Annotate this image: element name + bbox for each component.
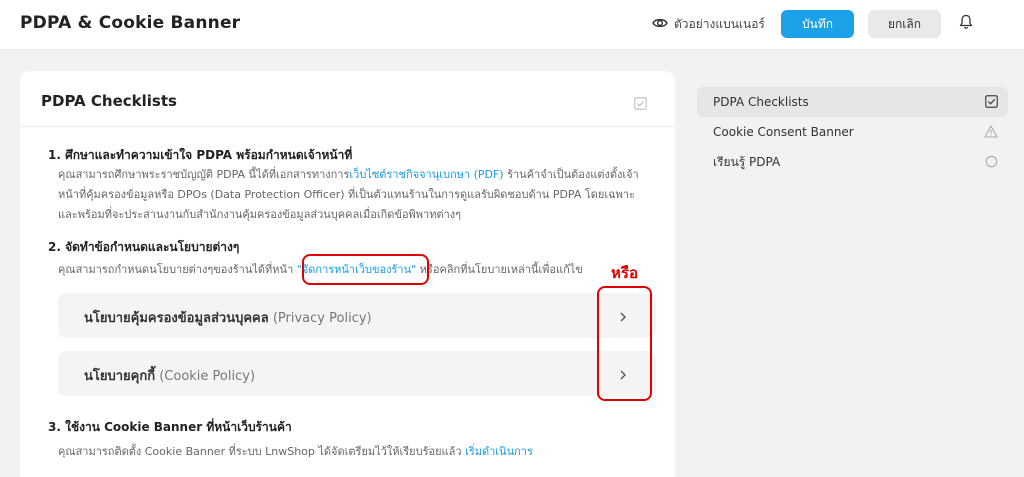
privacy-policy-en: (Privacy Policy) bbox=[268, 311, 372, 326]
save-button[interactable]: บันทึก bbox=[781, 10, 854, 38]
section-1-title: 1. ศึกษาและทำความเข้าใจ PDPA พร้อมกำหนดเ… bbox=[48, 148, 353, 162]
cancel-button[interactable]: ยกเลิก bbox=[868, 10, 941, 38]
sidebar-item-cookie-consent-banner[interactable]: Cookie Consent Banner bbox=[697, 117, 1008, 147]
privacy-policy-th: นโยบายคุ้มครองข้อมูลส่วนบุคคล bbox=[84, 311, 269, 326]
section-2-text-pre: คุณสามารถกำหนดนโยบายต่างๆของร้านได้ที่หน… bbox=[58, 263, 297, 276]
privacy-policy-row[interactable]: นโยบายคุ้มครองข้อมูลส่วนบุคคล (Privacy P… bbox=[58, 293, 656, 338]
annotation-or-label: หรือ bbox=[611, 264, 638, 282]
sidebar-item-pdpa-checklists[interactable]: PDPA Checklists bbox=[697, 87, 1008, 117]
checked-box-icon bbox=[634, 95, 647, 114]
eye-icon bbox=[652, 17, 668, 32]
cookie-policy-label: นโยบายคุกกี้ (Cookie Policy) bbox=[84, 365, 255, 386]
section-1-body: คุณสามารถศึกษาพระราชบัญญัติ PDPA นี้ได้ท… bbox=[58, 165, 658, 225]
section-2-body: คุณสามารถกำหนดนโยบายต่างๆของร้านได้ที่หน… bbox=[58, 260, 658, 280]
cookie-policy-row[interactable]: นโยบายคุกกี้ (Cookie Policy) bbox=[58, 351, 656, 396]
section-2-text-post: หรือคลิกที่นโยบายเหล่านี้เพื่อแก้ไข bbox=[416, 263, 583, 276]
chevron-right-icon[interactable] bbox=[619, 366, 627, 385]
section-3-body: คุณสามารถติดตั้ง Cookie Banner ที่ระบบ L… bbox=[58, 442, 658, 462]
sidebar-item-learn-pdpa[interactable]: เรียนรู้ PDPA bbox=[697, 147, 1008, 177]
warning-triangle-icon bbox=[984, 125, 998, 141]
page-title: PDPA & Cookie Banner bbox=[20, 13, 241, 33]
royal-gazette-link[interactable]: เว็บไซต์ราชกิจจานุเบกษา (PDF) bbox=[349, 168, 503, 181]
sidebar-item-label: เรียนรู้ PDPA bbox=[713, 154, 781, 169]
section-2-title: 2. จัดทำข้อกำหนดและนโยบายต่างๆ bbox=[48, 240, 240, 254]
pdpa-checklist-card: PDPA Checklists 1. ศึกษาและทำความเข้าใจ … bbox=[20, 71, 675, 477]
chevron-right-icon[interactable] bbox=[619, 308, 627, 327]
card-title: PDPA Checklists bbox=[41, 92, 177, 110]
start-setup-link[interactable]: เริ่มดำเนินการ bbox=[465, 445, 533, 458]
divider bbox=[20, 126, 675, 127]
circle-icon bbox=[985, 155, 998, 171]
preview-banner-link[interactable]: ตัวอย่างแบนเนอร์ bbox=[652, 15, 765, 34]
cookie-policy-en: (Cookie Policy) bbox=[155, 369, 256, 384]
cookie-policy-th: นโยบายคุกกี้ bbox=[84, 369, 156, 384]
preview-banner-label: ตัวอย่างแบนเนอร์ bbox=[674, 17, 765, 31]
bell-icon[interactable] bbox=[959, 14, 973, 34]
manage-store-page-link[interactable]: "จัดการหน้าเว็บของร้าน" bbox=[297, 263, 416, 276]
section-3-text-pre: คุณสามารถติดตั้ง Cookie Banner ที่ระบบ L… bbox=[58, 445, 466, 458]
sidebar-nav: PDPA Checklists Cookie Consent Banner เร… bbox=[697, 87, 1008, 177]
section-3-title: 3. ใช้งาน Cookie Banner ที่หน้าเว็บร้านค… bbox=[48, 420, 292, 434]
checked-box-icon bbox=[985, 95, 998, 111]
top-bar: PDPA & Cookie Banner ตัวอย่างแบนเนอร์ บั… bbox=[0, 0, 1024, 50]
section-1-text-pre: คุณสามารถศึกษาพระราชบัญญัติ PDPA นี้ได้ท… bbox=[58, 168, 350, 181]
sidebar-item-label: Cookie Consent Banner bbox=[713, 125, 854, 139]
sidebar-item-label: PDPA Checklists bbox=[713, 95, 809, 109]
privacy-policy-label: นโยบายคุ้มครองข้อมูลส่วนบุคคล (Privacy P… bbox=[84, 307, 372, 328]
